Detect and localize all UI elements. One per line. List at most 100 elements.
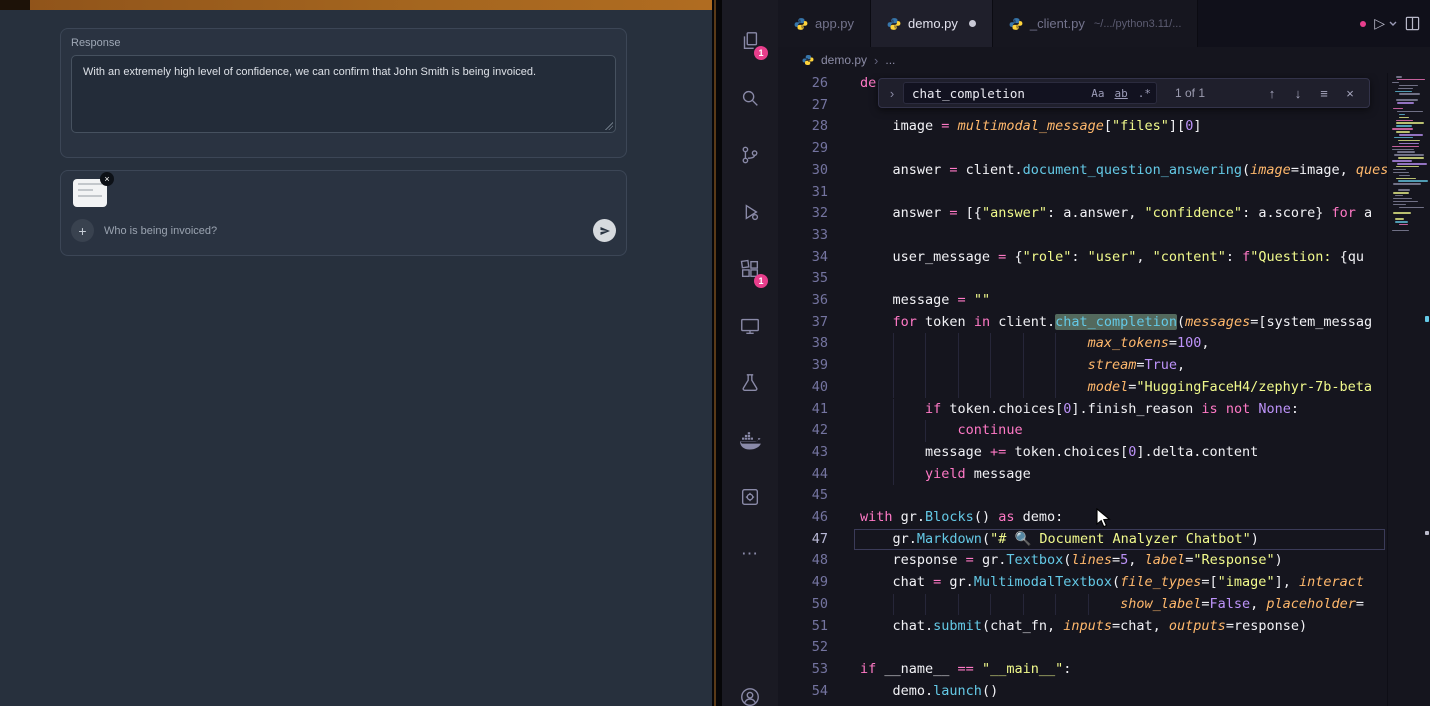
code-line[interactable]: 29 [778, 138, 1388, 160]
line-number[interactable]: 46 [778, 507, 828, 529]
line-number[interactable]: 50 [778, 594, 828, 616]
code-line[interactable]: 51 chat.submit(chat_fn, inputs=chat, out… [778, 616, 1388, 638]
code-line[interactable]: 32 answer = [{"answer": a.answer, "confi… [778, 203, 1388, 225]
line-number[interactable]: 40 [778, 377, 828, 399]
code-line[interactable]: 52 [778, 637, 1388, 659]
code-line[interactable]: 33 [778, 225, 1388, 247]
remove-attachment-button[interactable]: × [100, 172, 114, 186]
sidebar-item-run-debug[interactable] [727, 183, 773, 240]
code-line[interactable]: 46with gr.Blocks() as demo: [778, 507, 1388, 529]
code-line[interactable]: 39 stream=True, [778, 355, 1388, 377]
code-line[interactable]: 49 chat = gr.MultimodalTextbox(file_type… [778, 572, 1388, 594]
line-number[interactable]: 42 [778, 420, 828, 442]
line-number[interactable]: 39 [778, 355, 828, 377]
account-icon[interactable] [739, 686, 761, 706]
add-file-button[interactable]: + [71, 219, 94, 242]
code-line[interactable]: 55 [778, 702, 1388, 706]
breadcrumb-file[interactable]: demo.py [821, 53, 867, 67]
line-number[interactable]: 27 [778, 95, 828, 117]
find-next-button[interactable]: ↓ [1285, 86, 1311, 101]
code-line[interactable]: 40 model="HuggingFaceH4/zephyr-7b-beta [778, 377, 1388, 399]
find-toggle-chevron-icon[interactable]: › [885, 86, 899, 101]
sidebar-item-source-control[interactable] [727, 126, 773, 183]
regex-button[interactable]: .* [1133, 85, 1156, 102]
code-line[interactable]: 50 show_label=False, placeholder= [778, 594, 1388, 616]
sidebar-item-more[interactable]: ⋯ [727, 525, 773, 582]
editor[interactable]: 26de2728 image = multimodal_message["fil… [778, 73, 1430, 706]
code-line[interactable]: 31 [778, 182, 1388, 204]
line-number[interactable]: 49 [778, 572, 828, 594]
run-button[interactable]: ▷ [1374, 15, 1385, 32]
line-number[interactable]: 33 [778, 225, 828, 247]
match-case-button[interactable]: Aa [1086, 85, 1109, 102]
tab-demo-py[interactable]: demo.py [871, 0, 993, 47]
code-line[interactable]: 54 demo.launch() [778, 681, 1388, 703]
tab-app-py[interactable]: app.py [778, 0, 871, 47]
tab-bar: app.py demo.py _client.py ~/.../python3.… [778, 0, 1430, 47]
line-number[interactable]: 34 [778, 247, 828, 269]
find-query-text: chat_completion [912, 86, 1025, 101]
split-editor-button[interactable] [1405, 16, 1420, 31]
response-textarea[interactable]: With an extremely high level of confiden… [71, 55, 616, 133]
line-number[interactable]: 52 [778, 637, 828, 659]
modified-dot-icon[interactable] [969, 20, 976, 27]
breadcrumb[interactable]: demo.py › ... [778, 47, 1430, 73]
code-line[interactable]: 36 message = "" [778, 290, 1388, 312]
line-number[interactable]: 37 [778, 312, 828, 334]
code-line[interactable]: 35 [778, 268, 1388, 290]
code-line[interactable]: 41 if token.choices[0].finish_reason is … [778, 399, 1388, 421]
chat-text-input[interactable]: Who is being invoiced? [104, 225, 217, 237]
find-close-button[interactable]: × [1337, 86, 1363, 101]
line-number[interactable]: 31 [778, 182, 828, 204]
line-number[interactable]: 26 [778, 73, 828, 95]
line-number[interactable]: 48 [778, 550, 828, 572]
line-number[interactable]: 54 [778, 681, 828, 703]
sidebar-item-extensions[interactable]: 1 [727, 240, 773, 297]
send-button[interactable] [593, 219, 616, 242]
line-number[interactable]: 35 [778, 268, 828, 290]
line-number[interactable]: 41 [778, 399, 828, 421]
code-line[interactable]: 28 image = multimodal_message["files"][0… [778, 116, 1388, 138]
sidebar-item-containers[interactable] [727, 468, 773, 525]
sidebar-item-docker[interactable] [727, 411, 773, 468]
line-number[interactable]: 51 [778, 616, 828, 638]
code-line[interactable]: 43 message += token.choices[0].delta.con… [778, 442, 1388, 464]
line-number[interactable]: 36 [778, 290, 828, 312]
line-number[interactable]: 28 [778, 116, 828, 138]
find-input[interactable]: chat_completion Aa ab .* [903, 82, 1157, 104]
code-line[interactable]: 30 answer = client.document_question_ans… [778, 160, 1388, 182]
minimap[interactable] [1387, 73, 1430, 706]
sidebar-item-search[interactable] [727, 69, 773, 126]
gradio-app-window: Response With an extremely high level of… [0, 0, 712, 706]
code-line[interactable]: 45 [778, 485, 1388, 507]
code-line[interactable]: 42 continue [778, 420, 1388, 442]
sidebar-item-testing[interactable] [727, 354, 773, 411]
line-number[interactable]: 29 [778, 138, 828, 160]
line-number[interactable]: 45 [778, 485, 828, 507]
line-number[interactable]: 43 [778, 442, 828, 464]
line-number[interactable]: 32 [778, 203, 828, 225]
find-in-selection-button[interactable]: ≡ [1311, 86, 1337, 101]
line-number[interactable]: 38 [778, 333, 828, 355]
run-dropdown-chevron-icon[interactable] [1389, 21, 1397, 27]
line-number[interactable]: 30 [778, 160, 828, 182]
breadcrumb-more[interactable]: ... [885, 53, 895, 67]
find-previous-button[interactable]: ↑ [1259, 86, 1285, 101]
sidebar-item-explorer[interactable]: 1 [727, 12, 773, 69]
code-line[interactable]: 44 yield message [778, 464, 1388, 486]
line-number[interactable]: 53 [778, 659, 828, 681]
code-line[interactable]: 47 gr.Markdown("# 🔍 Document Analyzer Ch… [778, 529, 1388, 551]
whole-word-button[interactable]: ab [1110, 85, 1133, 102]
line-number[interactable]: 44 [778, 464, 828, 486]
code-line[interactable]: 38 max_tokens=100, [778, 333, 1388, 355]
line-number[interactable]: 47 [778, 529, 828, 551]
code-line[interactable]: 37 for token in client.chat_completion(m… [778, 312, 1388, 334]
line-number[interactable]: 55 [778, 702, 828, 706]
code-line[interactable]: 53if __name__ == "__main__": [778, 659, 1388, 681]
code-line[interactable]: 34 user_message = {"role": "user", "cont… [778, 247, 1388, 269]
code-line[interactable]: 48 response = gr.Textbox(lines=5, label=… [778, 550, 1388, 572]
resize-handle-icon[interactable] [605, 122, 613, 130]
tab-client-py[interactable]: _client.py ~/.../python3.11/... [993, 0, 1198, 47]
minimap-mark [1395, 221, 1408, 223]
sidebar-item-remote-explorer[interactable] [727, 297, 773, 354]
